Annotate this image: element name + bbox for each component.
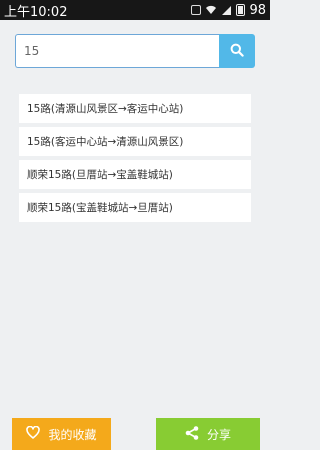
- battery-level: 98: [249, 2, 266, 18]
- favorites-button[interactable]: 我的收藏: [12, 418, 111, 450]
- search-input[interactable]: [15, 34, 219, 68]
- route-result-item[interactable]: 顺荣15路(宝盖鞋城站→旦厝站): [19, 193, 251, 222]
- bottom-bar: 我的收藏 分享: [0, 418, 270, 450]
- signal-icon: [221, 5, 232, 16]
- screenshot-icon: [191, 5, 202, 15]
- search-icon: [230, 43, 244, 60]
- route-result-list: 15路(清源山风景区→客运中心站) 15路(客运中心站→清源山风景区) 顺荣15…: [19, 94, 251, 226]
- status-time: 上午10:02: [4, 4, 68, 20]
- share-icon: [185, 425, 199, 443]
- search-bar: [15, 34, 255, 68]
- route-result-item[interactable]: 15路(清源山风景区→客运中心站): [19, 94, 251, 123]
- route-result-item[interactable]: 15路(客运中心站→清源山风景区): [19, 127, 251, 156]
- battery-icon: [236, 4, 246, 16]
- route-result-item[interactable]: 顺荣15路(旦厝站→宝盖鞋城站): [19, 160, 251, 189]
- heart-icon: [26, 425, 41, 442]
- favorites-label: 我的收藏: [48, 427, 97, 442]
- status-icons: 98: [191, 3, 266, 18]
- share-button[interactable]: 分享: [156, 418, 260, 450]
- wifi-icon: [205, 5, 217, 15]
- search-button[interactable]: [219, 34, 255, 68]
- share-label: 分享: [206, 427, 231, 442]
- status-bar: 上午10:02 98: [0, 0, 270, 20]
